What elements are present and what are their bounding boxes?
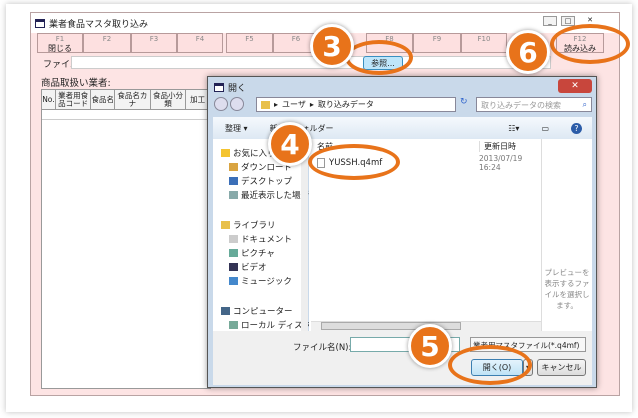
nav-icon <box>229 321 238 329</box>
nav-icon <box>221 221 230 229</box>
window-title: 業者食品マスタ取り込み <box>49 19 149 30</box>
grid-header[interactable]: 食品名カナ <box>115 90 151 109</box>
search-placeholder: 取り込みデータの検索 <box>481 101 561 110</box>
dialog-title: 開く <box>228 84 247 94</box>
view-icon[interactable]: ☷▾ <box>508 124 519 133</box>
callout-ellipse-f12 <box>550 24 630 64</box>
nav-icon <box>229 191 238 199</box>
forward-button[interactable] <box>230 97 244 111</box>
nav-item[interactable]: デスクトップ <box>229 175 292 187</box>
refresh-icon[interactable]: ↻ <box>460 97 472 112</box>
nav-icon <box>229 235 238 243</box>
dialog-icon <box>214 83 224 92</box>
nav-label: ピクチャ <box>241 249 275 259</box>
callout-ellipse-browse <box>345 40 413 75</box>
nav-item[interactable]: お気に入り <box>221 147 276 159</box>
nav-icon <box>229 277 238 285</box>
open-file-dialog: 開く ✕ ▸ ユーザ▸ 取り込みデータ ↻ 取り込みデータの検索⌕ 整理 ▾ 新… <box>207 76 597 388</box>
fkey-f3[interactable]: F3 <box>131 33 177 53</box>
file-date: 2013/07/19 16:24 <box>479 154 523 172</box>
callout-badge-6: 6 <box>506 30 550 74</box>
callout-ellipse-open <box>448 345 532 385</box>
preview-pane-icon[interactable]: ▭ <box>541 124 549 133</box>
nav-item[interactable]: コンピューター <box>221 305 293 317</box>
nav-label: 最近表示した場所 <box>241 191 310 201</box>
breadcrumb-user[interactable]: ユーザ <box>282 99 306 110</box>
nav-item[interactable]: ピクチャ <box>229 247 275 259</box>
cancel-button[interactable]: キャンセル <box>537 359 586 376</box>
fkey-f9[interactable]: F9 <box>413 33 461 53</box>
nav-label: ドキュメント <box>241 235 293 245</box>
fkey-f1[interactable]: F1 閉じる <box>37 33 83 53</box>
nav-item[interactable]: ドキュメント <box>229 233 292 245</box>
nav-label: デスクトップ <box>241 177 293 187</box>
folder-icon <box>261 100 270 109</box>
window-icon <box>35 18 45 28</box>
grid-header[interactable]: 食品名 <box>91 90 116 109</box>
filename-label: ファイル名(N): <box>293 343 352 353</box>
fkey-code: F10 <box>477 35 491 43</box>
fkey-code: F3 <box>149 35 159 43</box>
fkey-label: 閉じる <box>48 44 72 53</box>
dialog-footer: ファイル名(N): 業者用マスタファイル(*.q4mf) 開く(O) ▾ キャン… <box>213 331 592 385</box>
nav-item[interactable]: 最近表示した場所 <box>229 189 309 201</box>
minimize-button[interactable]: _ <box>543 16 557 26</box>
vendor-label: 商品取扱い業者: <box>41 78 111 89</box>
nav-icon <box>229 177 238 185</box>
fkey-f10[interactable]: F10 <box>461 33 507 53</box>
nav-label: ビデオ <box>241 263 267 273</box>
preview-pane: プレビューを表示するファイルを選択します。 <box>541 139 592 331</box>
grid-header[interactable]: 業者用食品コード <box>55 90 92 109</box>
fkey-code: F2 <box>102 35 112 43</box>
file-path-input[interactable] <box>71 56 551 69</box>
callout-ellipse-file <box>308 144 400 180</box>
nav-label: ライブラリ <box>233 221 276 231</box>
fkey-code: F1 <box>55 35 65 43</box>
grid-row[interactable] <box>42 110 210 120</box>
nav-item[interactable]: ミュージック <box>229 275 292 287</box>
fkey-code: F5 <box>245 35 254 43</box>
address-bar[interactable]: ▸ ユーザ ▸ 取り込みデータ <box>256 97 456 112</box>
grid-header[interactable]: 食品小分類 <box>150 90 187 109</box>
search-icon: ⌕ <box>582 100 587 109</box>
food-grid: No. 業者用食品コード 食品名 食品名カナ 食品小分類 加工 <box>41 89 211 389</box>
nav-icon <box>221 149 230 157</box>
nav-icon <box>229 263 238 271</box>
navigation-pane: お気に入り ダウンロード デスクトップ 最近表示した場所 ライブラリ ドキュメント ピクチャ… <box>213 139 311 331</box>
fkey-f5[interactable]: F5 <box>226 33 273 53</box>
fkey-code: F6 <box>291 35 301 43</box>
grid-header[interactable]: No. <box>42 90 56 109</box>
nav-item[interactable]: ローカル ディスク <box>229 319 311 331</box>
help-icon[interactable]: ? <box>571 122 582 134</box>
fkey-code: F4 <box>195 35 205 43</box>
nav-icon <box>229 163 238 171</box>
callout-badge-4: 4 <box>268 122 312 166</box>
callout-badge-5: 5 <box>408 324 452 368</box>
callout-badge-3: 3 <box>310 24 354 68</box>
nav-label: コンピューター <box>233 307 293 317</box>
fkey-code: F9 <box>432 35 442 43</box>
nav-label: ミュージック <box>241 277 292 287</box>
search-input[interactable]: 取り込みデータの検索 ⌕ <box>476 97 592 112</box>
nav-item[interactable]: ビデオ <box>229 261 267 273</box>
breadcrumb-import-data[interactable]: 取り込みデータ <box>318 99 374 110</box>
back-button[interactable] <box>214 97 228 111</box>
nav-scrollbar[interactable] <box>301 139 308 331</box>
column-date[interactable]: 更新日時 <box>479 141 516 152</box>
nav-item[interactable]: ライブラリ <box>221 219 276 231</box>
fkey-f4[interactable]: F4 <box>177 33 223 53</box>
dialog-close-button[interactable]: ✕ <box>558 79 592 93</box>
nav-icon <box>221 307 230 315</box>
maximize-button[interactable]: □ <box>561 16 575 26</box>
nav-icon <box>229 249 238 257</box>
fkey-f2[interactable]: F2 <box>83 33 131 53</box>
organize-button[interactable]: 整理 ▾ <box>225 123 248 134</box>
